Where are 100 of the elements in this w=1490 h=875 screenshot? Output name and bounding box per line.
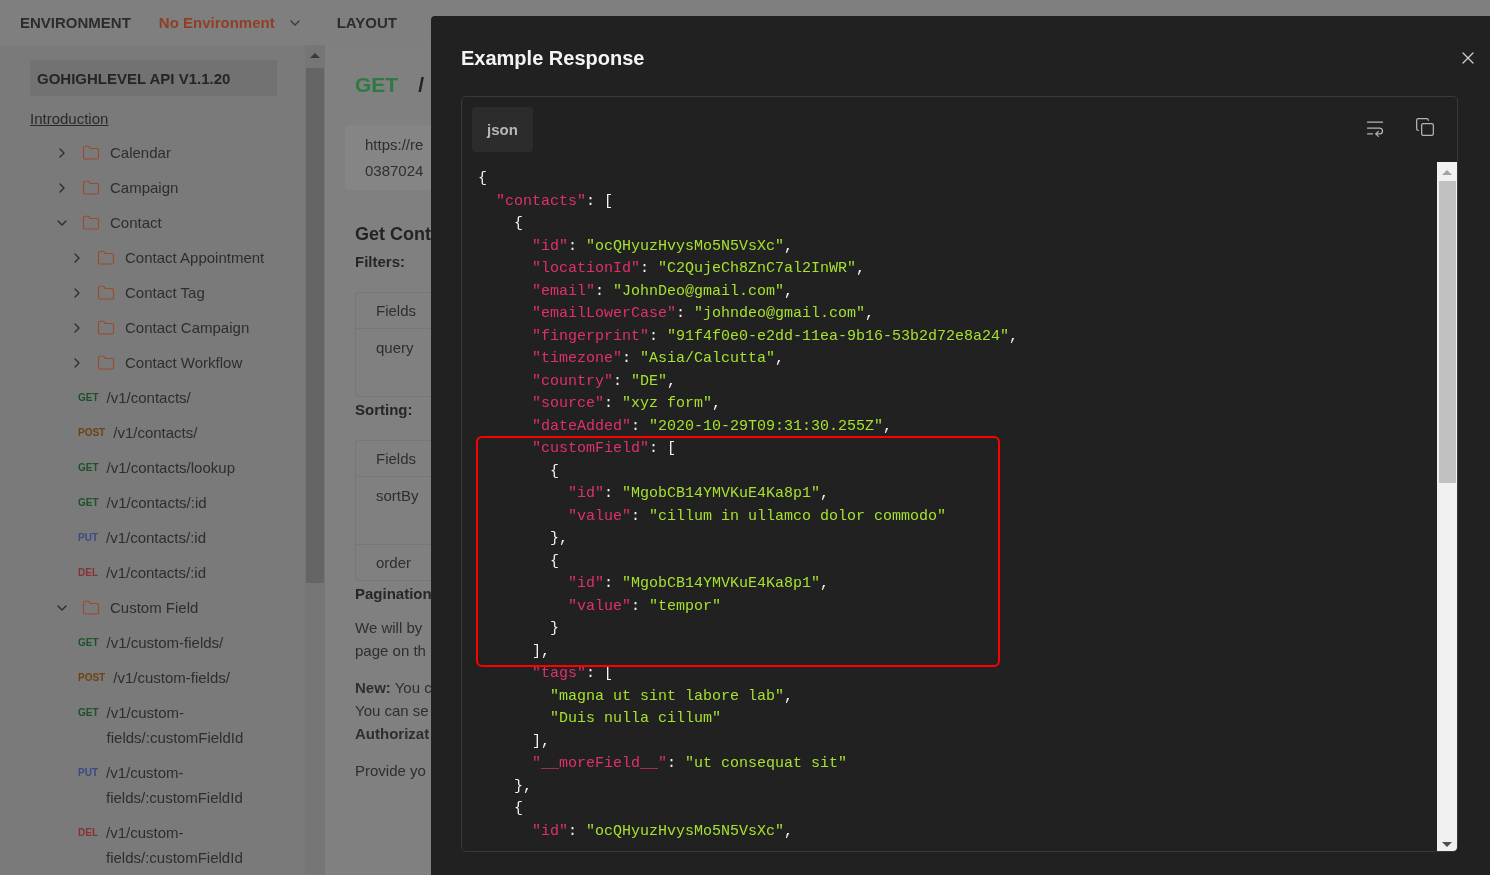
sorting-label: Sorting: <box>355 401 413 418</box>
code-line: "timezone": "Asia/Calcutta", <box>531 349 785 369</box>
tree-item[interactable]: Contact Campaign <box>0 310 305 345</box>
folder-icon <box>82 213 100 232</box>
endpoint-path: /v1/contacts/:id <box>106 493 207 513</box>
method-label: GET <box>78 391 99 405</box>
code-line: { <box>513 214 523 234</box>
code-line: "id": "MgobCB14YMVKuE4Ka8p1", <box>567 484 830 504</box>
endpoint-path: /v1/custom-fields/:customFieldId <box>106 823 244 868</box>
code-line: "fingerprint": "91f4f0e0-e2dd-11ea-9b16-53b2d72e8a24", <box>531 326 1019 347</box>
section-heading: Get Cont <box>355 224 431 245</box>
url-text: 0387024 <box>365 161 424 181</box>
code-line: "__moreField__": "ut consequat sit" <box>531 754 848 774</box>
copy-icon[interactable] <box>1415 117 1435 137</box>
folder-icon <box>97 353 115 372</box>
tree-item[interactable]: Contact Tag <box>0 275 305 310</box>
endpoint-item[interactable]: POST /v1/contacts/ <box>0 415 305 450</box>
modal-title: Example Response <box>461 46 645 70</box>
paragraph-text: New: You c <box>355 678 432 698</box>
endpoint-path: /v1/custom-fields/:customFieldId <box>106 703 245 748</box>
endpoint-item[interactable]: GET /v1/contacts/lookup <box>0 450 305 485</box>
code-line: "country": "DE", <box>531 371 677 392</box>
endpoint-path: /v1/custom-fields/ <box>106 633 224 653</box>
endpoint-item[interactable]: GET /v1/custom-fields/:customFieldId <box>0 695 305 755</box>
tree-item[interactable]: Contact <box>0 205 305 240</box>
code-line: "emailLowerCase": "johndeo@gmail.com", <box>531 304 875 324</box>
scrollbar[interactable] <box>305 45 325 875</box>
method-label: PUT <box>78 766 98 780</box>
tree-item[interactable]: Custom Field <box>0 590 305 625</box>
endpoint-path: /v1/custom-fields/ <box>113 668 230 688</box>
scrollbar[interactable] <box>1437 162 1457 851</box>
method-label: POST <box>78 671 106 685</box>
paragraph-text: We will by <box>355 618 424 638</box>
code-line: ], <box>531 731 550 752</box>
folder-icon <box>97 283 115 302</box>
code-line: "source": "xyz form", <box>531 394 722 414</box>
method-label: DEL <box>78 826 98 840</box>
code-line: }, <box>549 529 568 549</box>
folder-icon <box>82 178 100 197</box>
code-line: { <box>549 461 559 482</box>
code-line: "value": "tempor" <box>567 596 722 617</box>
language-tab[interactable]: json <box>472 107 533 152</box>
pagination-label: Pagination <box>355 585 432 602</box>
folder-icon <box>82 143 100 162</box>
folder-icon <box>97 248 115 267</box>
endpoint-item[interactable]: GET /v1/contacts/:id <box>0 485 305 520</box>
environment-dropdown[interactable]: No Environment <box>158 14 303 31</box>
code-line: "value": "cillum in ullamco dolor commodo" <box>567 506 947 527</box>
code-line: "id": "ocQHyuzHvysMo5N5VsXc", <box>531 821 794 842</box>
tree-item[interactable]: Contact Workflow <box>0 345 305 380</box>
code-line: "dateAdded": "2020-10-29T09:31:30.255Z", <box>531 416 893 437</box>
method-label: POST <box>78 426 106 440</box>
endpoint-path: /v1/contacts/lookup <box>106 458 235 478</box>
tree-item[interactable]: Campaign <box>0 170 305 205</box>
folder-icon <box>97 318 115 337</box>
code-line: "id": "MgobCB14YMVKuE4Ka8p1", <box>567 574 830 594</box>
code-line: } <box>549 619 559 639</box>
endpoint-path: /v1/contacts/ <box>106 388 191 408</box>
paragraph-text: page on th <box>355 641 426 661</box>
paragraph-text: Provide yo <box>355 761 426 781</box>
paragraph-text: You can se <box>355 701 430 721</box>
method-label: GET <box>78 461 99 475</box>
endpoint-item[interactable]: GET /v1/custom-fields/ <box>0 625 305 660</box>
endpoint-item[interactable]: PUT /v1/contacts/:id <box>0 520 305 555</box>
endpoint-path: / <box>418 73 424 97</box>
endpoint-path: /v1/contacts/ <box>113 423 198 443</box>
endpoint-item[interactable]: DEL /v1/custom-fields/:customFieldId <box>0 815 305 875</box>
endpoint-path: /v1/contacts/:id <box>106 563 207 583</box>
url-text: https://re <box>365 135 424 155</box>
code-line: { <box>549 551 559 572</box>
code-line: }, <box>513 776 532 797</box>
code-line: "contacts": [ <box>495 191 614 212</box>
code-line: ], <box>531 641 550 662</box>
introduction-link[interactable]: Introduction <box>30 110 109 127</box>
endpoint-item[interactable]: GET /v1/contacts/ <box>0 380 305 415</box>
code-line: "locationId": "C2QujeCh8ZnC7al2InWR", <box>531 259 866 279</box>
code-line: { <box>478 169 487 189</box>
method-label: DEL <box>78 566 98 580</box>
method-label: GET <box>355 73 399 97</box>
code-line: "customField": [ <box>531 439 677 459</box>
table-cell-text: query <box>375 338 415 358</box>
code-line: "magna ut sint labore lab", <box>549 686 794 707</box>
code-line: { <box>513 799 523 819</box>
endpoint-item[interactable]: DEL /v1/contacts/:id <box>0 555 305 590</box>
folder-icon <box>82 598 100 617</box>
endpoint-item[interactable]: PUT /v1/custom-fields/:customFieldId <box>0 755 305 815</box>
method-label: GET <box>78 496 99 510</box>
table-cell-text: order <box>375 553 413 573</box>
code-line: "Duis nulla cillum" <box>549 709 722 729</box>
code-line: "email": "JohnDeo@gmail.com", <box>531 281 794 302</box>
method-label: PUT <box>78 531 98 545</box>
environment-label: ENVIRONMENT <box>20 14 131 31</box>
endpoint-path: /v1/custom-fields/:customFieldId <box>106 763 244 808</box>
endpoint-path: /v1/contacts/:id <box>106 528 207 548</box>
tree-item[interactable]: Contact Appointment <box>0 240 305 275</box>
endpoint-item[interactable]: POST /v1/custom-fields/ <box>0 660 305 695</box>
tree-item[interactable]: Calendar <box>0 135 305 170</box>
paragraph-text: Authorizat <box>355 724 431 744</box>
layout-label: LAYOUT <box>336 14 397 31</box>
code-line: "id": "ocQHyuzHvysMo5N5VsXc", <box>531 236 794 257</box>
